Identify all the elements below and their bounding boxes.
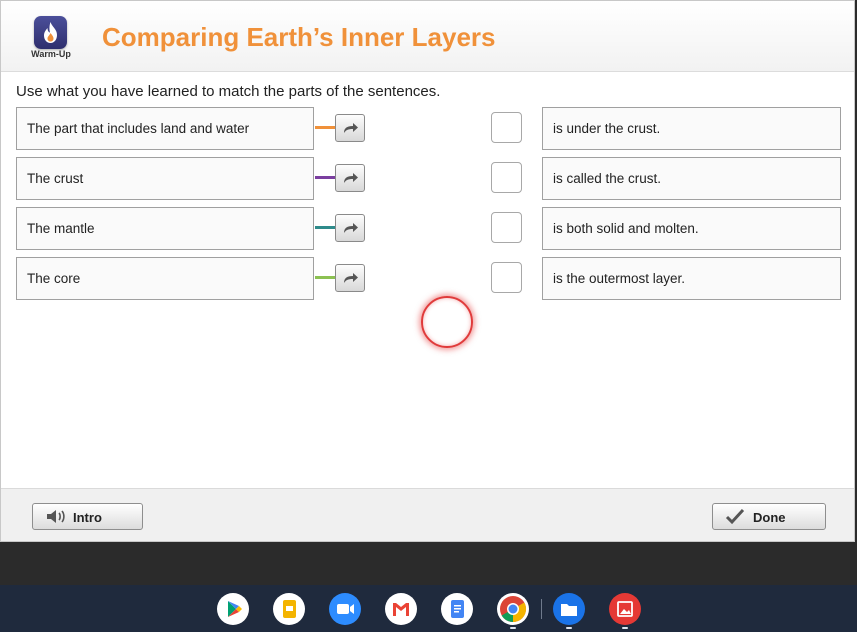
right-item-3: is both solid and molten. xyxy=(542,207,841,250)
drop-target-4[interactable] xyxy=(491,262,522,293)
left-item-4[interactable]: The core xyxy=(16,257,314,300)
right-item-1: is under the crust. xyxy=(542,107,841,150)
gallery-icon[interactable] xyxy=(609,593,641,625)
right-item-4: is the outermost layer. xyxy=(542,257,841,300)
left-item-2[interactable]: The crust xyxy=(16,157,314,200)
header: Warm-Up Comparing Earth’s Inner Layers xyxy=(1,1,854,72)
right-item-2: is called the crust. xyxy=(542,157,841,200)
curved-arrow-icon xyxy=(344,123,358,133)
warm-up-logo xyxy=(34,16,67,49)
zoom-icon[interactable] xyxy=(329,593,361,625)
curved-arrow-icon xyxy=(344,223,358,233)
connector-line-3 xyxy=(315,226,336,229)
drag-arrow-button-3[interactable] xyxy=(335,214,365,242)
connector-line-2 xyxy=(315,176,336,179)
speaker-icon xyxy=(45,508,67,528)
flame-icon xyxy=(44,22,57,43)
chrome-active-indicator xyxy=(510,627,516,629)
page-title: Comparing Earth’s Inner Layers xyxy=(102,22,496,52)
left-item-3[interactable]: The mantle xyxy=(16,207,314,250)
drag-arrow-button-1[interactable] xyxy=(335,114,365,142)
gmail-icon[interactable] xyxy=(385,593,417,625)
checkmark-icon xyxy=(725,508,745,528)
chrome-icon[interactable] xyxy=(497,593,529,625)
drop-target-1[interactable] xyxy=(491,112,522,143)
gallery-active-indicator xyxy=(622,627,628,629)
play-store-icon[interactable] xyxy=(217,593,249,625)
instructions: Use what you have learned to match the p… xyxy=(16,83,441,100)
click-indicator xyxy=(421,296,473,348)
curved-arrow-icon xyxy=(344,173,358,183)
docs-icon[interactable] xyxy=(441,593,473,625)
drop-target-2[interactable] xyxy=(491,162,522,193)
drag-arrow-button-4[interactable] xyxy=(335,264,365,292)
done-button[interactable]: Done xyxy=(712,503,826,530)
logo-label: Warm-Up xyxy=(31,49,71,59)
lesson-window: Warm-Up Comparing Earth’s Inner Layers U… xyxy=(0,0,855,542)
drop-target-3[interactable] xyxy=(491,212,522,243)
files-icon[interactable] xyxy=(553,593,585,625)
taskbar-separator xyxy=(541,599,542,619)
slides-icon[interactable] xyxy=(273,593,305,625)
left-item-1[interactable]: The part that includes land and water xyxy=(16,107,314,150)
footer: Intro Done xyxy=(1,488,854,541)
done-label: Done xyxy=(753,510,786,525)
files-active-indicator xyxy=(566,627,572,629)
intro-button[interactable]: Intro xyxy=(32,503,143,530)
curved-arrow-icon xyxy=(344,273,358,283)
os-taskbar xyxy=(0,585,857,632)
intro-label: Intro xyxy=(73,510,102,525)
drag-arrow-button-2[interactable] xyxy=(335,164,365,192)
connector-line-4 xyxy=(315,276,336,279)
connector-line-1 xyxy=(315,126,336,129)
